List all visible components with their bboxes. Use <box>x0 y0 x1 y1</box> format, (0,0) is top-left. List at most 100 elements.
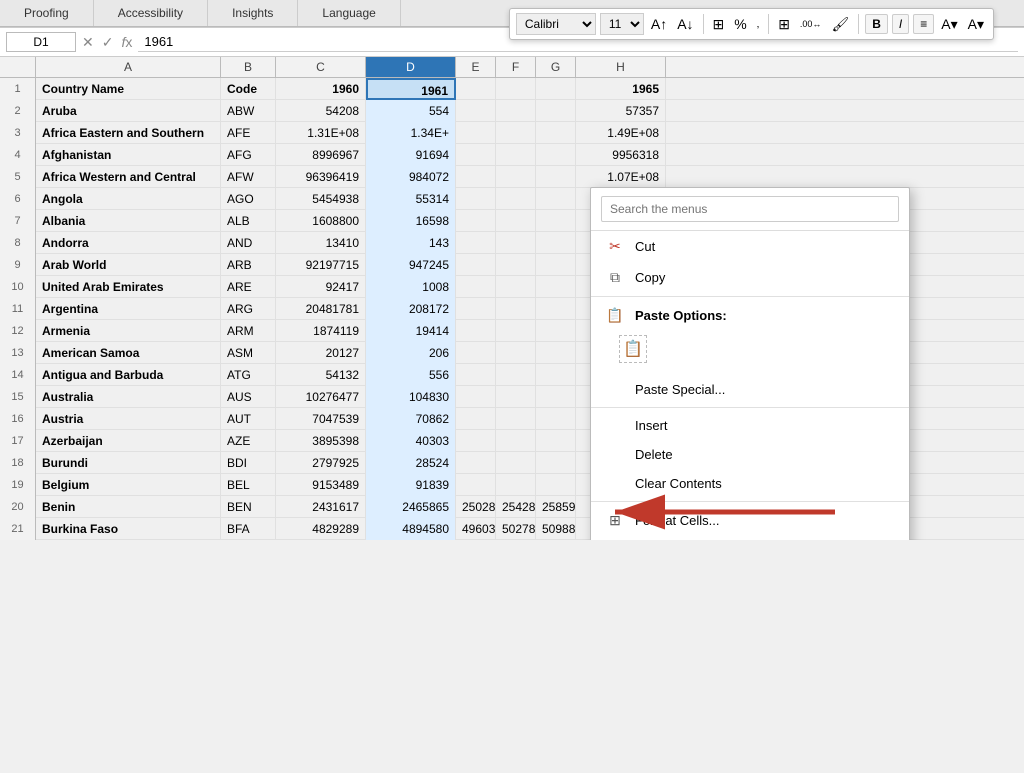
cell-country-name[interactable]: American Samoa <box>36 342 221 364</box>
cell-f[interactable] <box>496 188 536 210</box>
cell-g[interactable] <box>536 474 576 496</box>
font-family-select[interactable]: Calibri <box>516 13 596 35</box>
cell-code[interactable]: ALB <box>221 210 276 232</box>
cell-e[interactable] <box>456 232 496 254</box>
cell-code[interactable]: AFW <box>221 166 276 188</box>
cell-country-name[interactable]: Australia <box>36 386 221 408</box>
cell-g[interactable] <box>536 188 576 210</box>
cell-code[interactable]: AZE <box>221 430 276 452</box>
cell-g[interactable] <box>536 122 576 144</box>
cell-country-name[interactable]: Argentina <box>36 298 221 320</box>
ctx-cut[interactable]: ✂ Cut <box>591 231 909 262</box>
align-button[interactable]: ≡ <box>913 14 934 34</box>
cell-country-name[interactable]: Country Name <box>36 78 221 100</box>
cell-g[interactable] <box>536 364 576 386</box>
cell-f[interactable] <box>496 276 536 298</box>
cell-g[interactable] <box>536 144 576 166</box>
cancel-icon[interactable]: ✕ <box>82 34 94 51</box>
cell-f[interactable]: 5027811 <box>496 518 536 540</box>
cell-1961[interactable]: 556 <box>366 364 456 386</box>
cell-1961[interactable]: 143 <box>366 232 456 254</box>
cell-1960[interactable]: 54208 <box>276 100 366 122</box>
cell-country-name[interactable]: Angola <box>36 188 221 210</box>
cell-f[interactable] <box>496 430 536 452</box>
cell-1961[interactable]: 19414 <box>366 320 456 342</box>
cell-code[interactable]: ARB <box>221 254 276 276</box>
cell-f[interactable] <box>496 210 536 232</box>
bold-button[interactable]: B <box>865 14 888 34</box>
cell-g[interactable] <box>536 232 576 254</box>
cell-g[interactable] <box>536 78 576 100</box>
cell-f[interactable] <box>496 78 536 100</box>
format-icon[interactable]: ⊞ <box>710 16 728 33</box>
cell-f[interactable] <box>496 122 536 144</box>
cell-code[interactable]: ASM <box>221 342 276 364</box>
cell-code[interactable]: AND <box>221 232 276 254</box>
cell-g[interactable] <box>536 298 576 320</box>
font-color-icon[interactable]: A▾ <box>965 16 987 33</box>
cell-1961[interactable]: 208172 <box>366 298 456 320</box>
cell-country-name[interactable]: Burundi <box>36 452 221 474</box>
highlight-color-icon[interactable]: A▾ <box>938 16 960 33</box>
cell-code[interactable]: ARM <box>221 320 276 342</box>
cell-1960[interactable]: 96396419 <box>276 166 366 188</box>
cell-f[interactable] <box>496 452 536 474</box>
cell-1960[interactable]: 1.31E+08 <box>276 122 366 144</box>
cell-e[interactable] <box>456 452 496 474</box>
cell-e[interactable] <box>456 166 496 188</box>
cell-e[interactable] <box>456 298 496 320</box>
cell-f[interactable] <box>496 364 536 386</box>
tab-language[interactable]: Language <box>298 0 400 26</box>
cell-1960[interactable]: 8996967 <box>276 144 366 166</box>
ctx-delete[interactable]: Delete <box>591 440 909 469</box>
col-header-f[interactable]: F <box>496 57 536 77</box>
col-header-d[interactable]: D <box>366 57 456 77</box>
cell-e[interactable] <box>456 364 496 386</box>
col-header-c[interactable]: C <box>276 57 366 77</box>
cell-f[interactable] <box>496 298 536 320</box>
paste-option-box[interactable]: 📋 <box>619 335 647 363</box>
cell-1961[interactable]: 91694 <box>366 144 456 166</box>
cell-g[interactable] <box>536 320 576 342</box>
cell-code[interactable]: ABW <box>221 100 276 122</box>
cell-1960[interactable]: 1608800 <box>276 210 366 232</box>
cell-e[interactable] <box>456 474 496 496</box>
cell-e[interactable]: 2502897 <box>456 496 496 518</box>
cell-f[interactable] <box>496 474 536 496</box>
cell-f[interactable] <box>496 320 536 342</box>
cell-f[interactable] <box>496 100 536 122</box>
cell-e[interactable] <box>456 78 496 100</box>
cell-1960[interactable]: 7047539 <box>276 408 366 430</box>
cell-country-name[interactable]: Austria <box>36 408 221 430</box>
italic-button[interactable]: I <box>892 14 909 34</box>
cell-1965[interactable]: 1.49E+08 <box>576 122 666 144</box>
fx-icon[interactable]: fx <box>121 34 132 51</box>
cell-e[interactable] <box>456 386 496 408</box>
cell-1961[interactable]: 70862 <box>366 408 456 430</box>
cell-country-name[interactable]: Andorra <box>36 232 221 254</box>
cell-code[interactable]: AUT <box>221 408 276 430</box>
cell-code[interactable]: ARG <box>221 298 276 320</box>
cell-1961[interactable]: 206 <box>366 342 456 364</box>
cell-code[interactable]: AGO <box>221 188 276 210</box>
cell-f[interactable] <box>496 342 536 364</box>
cell-1960[interactable]: 10276477 <box>276 386 366 408</box>
cell-1961[interactable]: 40303 <box>366 430 456 452</box>
cell-1961[interactable]: 947245 <box>366 254 456 276</box>
cell-1960[interactable]: 92417 <box>276 276 366 298</box>
cell-g[interactable] <box>536 452 576 474</box>
col-header-h[interactable]: H <box>576 57 666 77</box>
cell-code[interactable]: BFA <box>221 518 276 540</box>
cell-1960[interactable]: 4829289 <box>276 518 366 540</box>
border-icon[interactable]: ⊞ <box>775 16 793 33</box>
cell-f[interactable] <box>496 144 536 166</box>
col-header-a[interactable]: A <box>36 57 221 77</box>
cell-1960[interactable]: 54132 <box>276 364 366 386</box>
cell-e[interactable] <box>456 210 496 232</box>
cell-country-name[interactable]: Azerbaijan <box>36 430 221 452</box>
cell-1965[interactable]: 1965 <box>576 78 666 100</box>
cell-1961[interactable]: 984072 <box>366 166 456 188</box>
grow-font-icon[interactable]: A↑ <box>648 16 670 32</box>
cell-code[interactable]: AUS <box>221 386 276 408</box>
cell-code[interactable]: BDI <box>221 452 276 474</box>
